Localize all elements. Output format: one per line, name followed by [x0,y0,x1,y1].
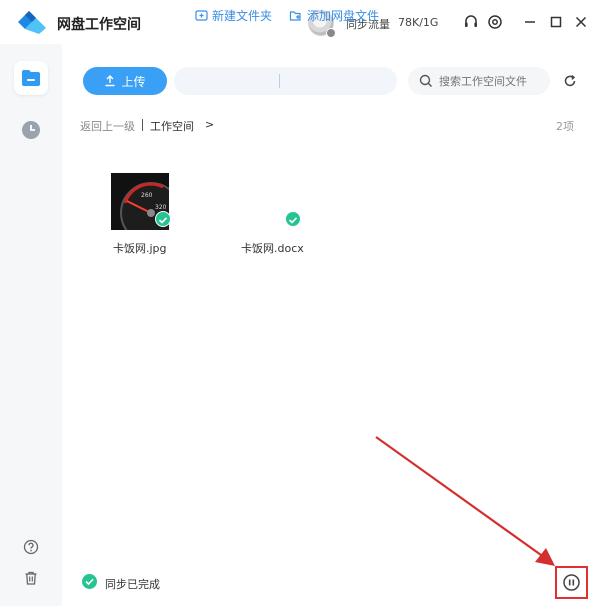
item-count: 2项 [556,120,574,133]
add-cloud-file-label: 添加网盘文件 [307,9,380,23]
pause-sync-icon[interactable] [561,572,582,593]
breadcrumb-back[interactable]: 返回上一级 [80,118,135,134]
avatar-badge [326,28,336,38]
app-title: 网盘工作空间 [57,17,141,33]
clock-icon [22,121,40,139]
synced-check-icon [155,211,171,227]
new-folder-button[interactable]: 新建文件夹 [195,7,272,24]
app-logo-icon [18,11,46,34]
sync-traffic-value: 78K/1G [398,16,439,29]
minimize-icon[interactable] [522,14,538,30]
maximize-icon[interactable] [548,14,564,30]
file-name[interactable]: 卡饭网.jpg [113,240,167,256]
upload-label: 上传 [121,74,146,89]
new-folder-label: 新建文件夹 [212,9,273,23]
synced-check-icon [285,211,301,227]
refresh-icon[interactable] [563,74,577,88]
headset-icon[interactable] [463,14,479,30]
svg-text:320: 320 [155,204,167,211]
upload-button[interactable]: 上传 [83,67,167,95]
sync-complete-icon [82,574,97,589]
upload-icon [105,75,115,87]
file-name[interactable]: 卡饭网.docx [241,240,304,256]
breadcrumb-divider [142,119,143,131]
help-icon[interactable] [23,539,39,555]
action-divider [279,74,280,88]
new-folder-icon [195,10,208,21]
breadcrumb-current[interactable]: 工作空间 [150,118,194,134]
svg-text:260: 260 [141,192,153,199]
close-icon[interactable] [573,14,589,30]
settings-icon[interactable] [487,14,503,30]
file-actions-group [174,67,397,95]
add-cloud-file-button[interactable]: 添加网盘文件 [289,7,379,24]
trash-icon[interactable] [23,570,39,586]
search-icon [419,74,432,87]
add-cloud-file-icon [289,11,301,21]
sync-status-text: 同步已完成 [105,578,160,591]
folder-icon [22,70,40,86]
breadcrumb-chevron-icon: > [205,118,215,131]
